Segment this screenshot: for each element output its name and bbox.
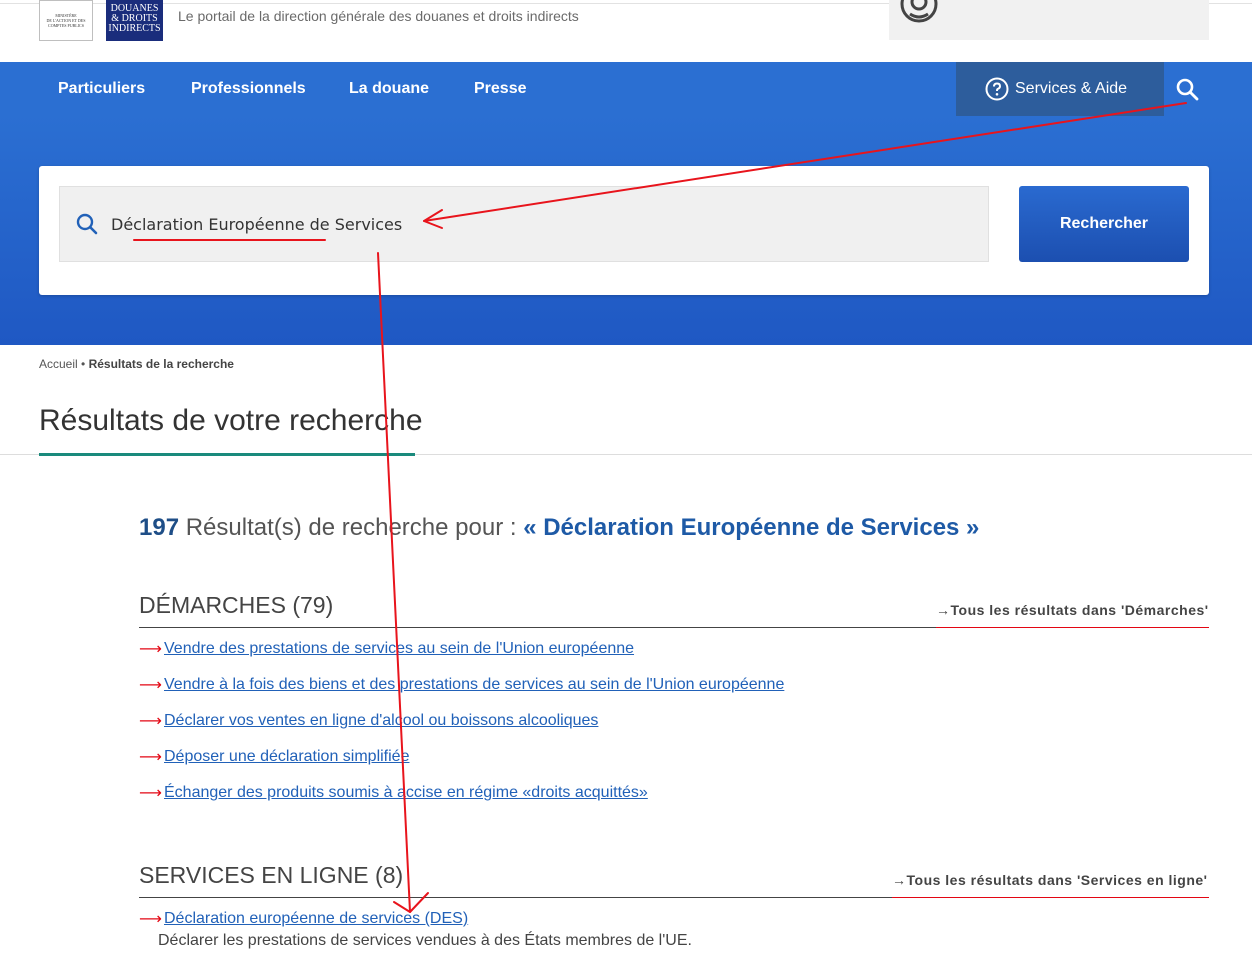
result-description: Déclarer les prestations de services ven… <box>158 932 692 949</box>
search-icon <box>76 213 98 235</box>
list-item: ⟶ Déclarer vos ventes en ligne d'alcool … <box>139 711 598 731</box>
result-link[interactable]: Échanger des produits soumis à accise en… <box>164 784 648 802</box>
section-divider-accent <box>892 897 1209 898</box>
logo-douane-line-3: INDIRECTS <box>108 23 161 34</box>
breadcrumb-home-link[interactable]: Accueil <box>39 357 78 371</box>
result-arrow-icon: ⟶ <box>139 911 162 928</box>
section-divider-accent <box>936 627 1209 628</box>
all-results-services-label: Tous les résultats dans 'Services en lig… <box>906 872 1208 888</box>
list-item: ⟶ Échanger des produits soumis à accise … <box>139 783 648 803</box>
breadcrumb-separator: • <box>77 357 89 371</box>
result-arrow-icon: ⟶ <box>139 677 162 694</box>
result-link[interactable]: Déclaration européenne de services (DES) <box>164 910 468 928</box>
list-item: ⟶ Vendre à la fois des biens et des pres… <box>139 675 784 695</box>
nav-item-particuliers[interactable]: Particuliers <box>58 62 145 116</box>
section-title-demarches: DÉMARCHES (79) <box>139 592 334 618</box>
nav-item-la-douane[interactable]: La douane <box>349 62 429 116</box>
list-item: ⟶ Vendre des prestations de services au … <box>139 639 634 659</box>
site-tagline: Le portail de la direction générale des … <box>178 8 579 24</box>
results-summary-text: Résultat(s) de recherche pour : <box>179 514 524 541</box>
results-query: « Déclaration Européenne de Services » <box>523 514 980 541</box>
list-item: ⟶ Déclaration européenne de services (DE… <box>139 909 468 929</box>
arrow-right-icon: → <box>892 872 907 888</box>
services-aide-label: Services & Aide <box>1015 80 1128 97</box>
search-field[interactable] <box>59 186 989 262</box>
results-count: 197 <box>139 514 180 541</box>
search-input[interactable] <box>111 214 931 234</box>
result-arrow-icon: ⟶ <box>139 713 162 730</box>
rechercher-button[interactable]: Rechercher <box>1019 186 1189 262</box>
list-item: ⟶ Déposer une déclaration simplifiée <box>139 747 409 767</box>
result-link[interactable]: Déposer une déclaration simplifiée <box>164 748 409 766</box>
nav-item-presse[interactable]: Presse <box>474 62 527 116</box>
result-arrow-icon: ⟶ <box>139 749 162 766</box>
results-summary: 197 Résultat(s) de recherche pour : « Dé… <box>139 514 979 542</box>
help-circle-icon <box>985 77 1009 101</box>
search-icon <box>1176 78 1198 101</box>
result-link[interactable]: Vendre des prestations de services au se… <box>164 640 634 658</box>
all-results-services-link[interactable]: →Tous les résultats dans 'Services en li… <box>892 872 1208 888</box>
all-results-demarches-label: Tous les résultats dans 'Démarches' <box>950 602 1209 618</box>
breadcrumb-current: Résultats de la recherche <box>88 357 234 371</box>
breadcrumb: Accueil • Résultats de la recherche <box>39 357 234 371</box>
all-results-demarches-link[interactable]: →Tous les résultats dans 'Démarches' <box>936 602 1209 618</box>
arrow-right-icon: → <box>936 602 951 618</box>
annotation-arrow-line <box>377 252 411 913</box>
search-toggle-button[interactable] <box>1164 62 1209 116</box>
result-arrow-icon: ⟶ <box>139 641 162 658</box>
result-arrow-icon: ⟶ <box>139 785 162 802</box>
user-account-icon[interactable] <box>899 0 939 24</box>
section-title-services-en-ligne: SERVICES EN LIGNE (8) <box>139 862 404 888</box>
result-link[interactable]: Vendre à la fois des biens et des presta… <box>164 676 784 694</box>
nav-item-professionnels[interactable]: Professionnels <box>191 62 306 116</box>
result-link[interactable]: Déclarer vos ventes en ligne d'alcool ou… <box>164 712 598 730</box>
ministere-logo[interactable]: MINISTÈRE DE L'ACTION ET DES COMPTES PUB… <box>39 0 93 41</box>
title-underline <box>39 453 415 456</box>
page-title: Résultats de votre recherche <box>39 404 423 437</box>
logo-ministere-line-3: COMPTES PUBLICS <box>48 23 84 28</box>
services-aide-button[interactable]: Services & Aide <box>956 62 1164 116</box>
douane-logo[interactable]: DOUANES & DROITS INDIRECTS <box>106 0 163 41</box>
